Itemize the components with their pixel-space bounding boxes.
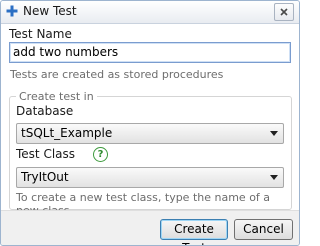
database-value: tSQLt_Example [21,126,113,140]
database-label: Database [16,104,74,118]
close-button[interactable] [274,3,294,21]
create-test-in-group: Create test in Database tSQLt_Example Te… [9,90,292,217]
dialog-body: Test Name add two numbers Tests are crea… [1,24,299,217]
test-class-select[interactable]: TryItOut [16,167,284,188]
cancel-button[interactable]: Cancel [234,219,293,240]
test-name-input[interactable]: add two numbers [9,42,291,63]
database-select[interactable]: tSQLt_Example [16,123,284,144]
test-class-label: Test Class [16,147,76,161]
plus-icon [6,5,18,17]
test-name-value: add two numbers [13,45,119,59]
create-test-button[interactable]: Create Test [160,219,228,245]
test-name-hint: Tests are created as stored procedures [10,68,224,81]
close-icon [280,8,288,16]
test-class-value: TryItOut [21,170,69,184]
button-bar: Create Test Cancel [1,210,299,245]
title-bar: New Test [1,1,299,24]
new-test-dialog: New Test Test Name add two numbers Tests… [0,0,300,246]
chevron-down-icon [270,131,278,136]
question-icon[interactable]: ? [93,147,108,162]
group-label: Create test in [16,90,97,103]
chevron-down-icon [270,175,278,180]
window-title: New Test [23,4,77,18]
test-name-label: Test Name [9,27,72,41]
